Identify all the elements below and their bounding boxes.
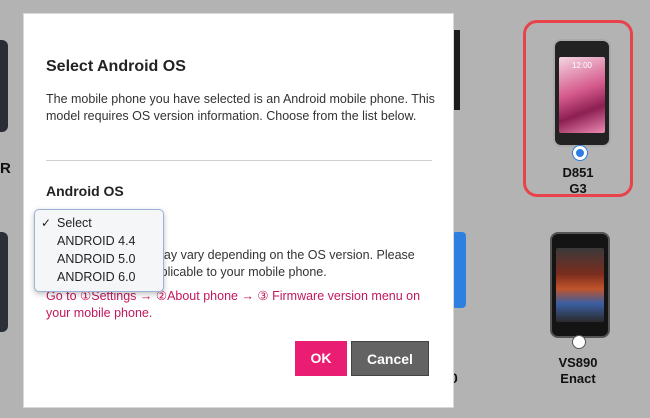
partial-phone-image [0, 232, 8, 332]
firmware-instructions-text: Go to ①Settings → ②About phone → ③ Firmw… [46, 289, 421, 320]
phone-clock: 12:00 [571, 61, 593, 70]
option-label: Select [57, 216, 92, 230]
option-label: ANDROID 4.4 [57, 234, 136, 248]
phone-image: 12:00 [553, 39, 611, 147]
phone-name-label: Enact [560, 371, 596, 386]
phone-model-label: VS890 [558, 355, 598, 370]
phone-radio-selected[interactable] [573, 146, 587, 160]
partial-phone-image [0, 40, 8, 132]
phone-card-d851[interactable]: 12:00 D851 G3 [523, 20, 633, 197]
partial-phone-image [452, 232, 466, 308]
option-label: ANDROID 6.0 [57, 270, 136, 284]
divider [46, 160, 432, 161]
phone-model-label: D851 [562, 165, 594, 180]
partial-phone-label: R [0, 160, 11, 177]
option-label: ANDROID 5.0 [57, 252, 136, 266]
dropdown-option-android-5-0[interactable]: ANDROID 5.0 [35, 250, 163, 268]
phone-image [550, 232, 610, 338]
dropdown-option-android-6-0[interactable]: ANDROID 6.0 [35, 268, 163, 286]
phone-radio[interactable] [572, 335, 586, 349]
dropdown-option-android-4-4[interactable]: ANDROID 4.4 [35, 232, 163, 250]
phone-name-label: G3 [569, 181, 587, 196]
phone-card-vs890[interactable]: VS890 Enact [523, 228, 633, 388]
android-os-dropdown[interactable]: ✓ Select ANDROID 4.4 ANDROID 5.0 ANDROID… [34, 209, 164, 292]
check-icon: ✓ [41, 216, 52, 230]
dialog-title: Select Android OS [46, 58, 186, 75]
phone-screen [556, 248, 604, 322]
android-os-label: Android OS [46, 183, 124, 199]
phone-screen: 12:00 [559, 57, 605, 133]
dialog-description: The mobile phone you have selected is an… [46, 92, 435, 123]
ok-button[interactable]: OK [295, 341, 347, 376]
cancel-button[interactable]: Cancel [351, 341, 429, 376]
dropdown-option-select[interactable]: ✓ Select [35, 214, 163, 232]
